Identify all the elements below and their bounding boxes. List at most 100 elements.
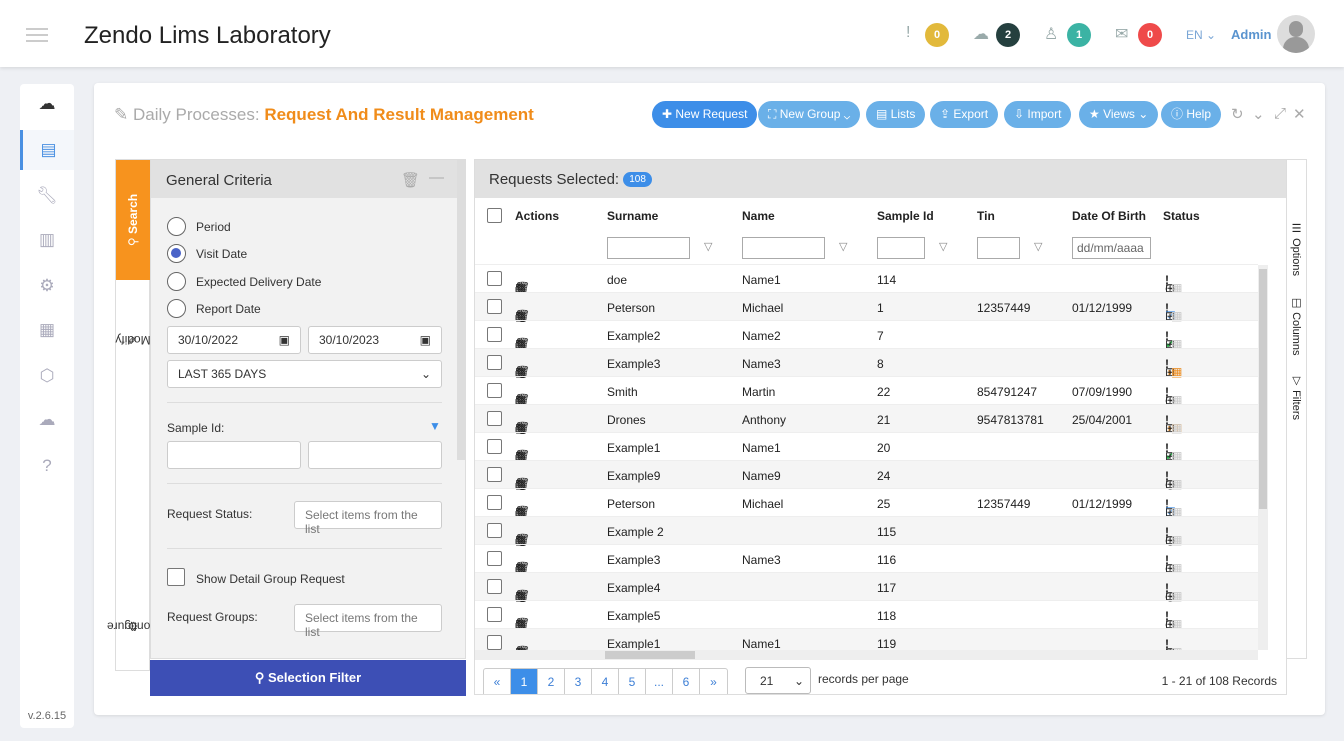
table-row[interactable]: ✎ ▦ ⎙ 🗑︎ Drones Anthony 21 9547813781 25/04…: [475, 404, 1258, 435]
chart-icon[interactable]: ▥: [20, 220, 74, 260]
request-status-select[interactable]: Select items from the list: [294, 501, 442, 536]
horizontal-scrollbar[interactable]: [475, 650, 1258, 660]
table-row[interactable]: ✎ ▦ ⎙ 🗑︎ Peterson Michael 1 12357449 01/12/…: [475, 292, 1258, 323]
row-checkbox[interactable]: [487, 439, 502, 454]
column-dob[interactable]: Date Of Birth: [1072, 209, 1146, 223]
show-detail-checkbox[interactable]: [167, 568, 185, 586]
wrench-icon[interactable]: 🔧︎: [20, 176, 74, 216]
sidebar-item-requests[interactable]: ▤: [20, 130, 74, 170]
calendar-icon[interactable]: ▦: [20, 310, 74, 350]
funnel-icon[interactable]: ▽: [1034, 240, 1042, 253]
table-row[interactable]: ✎ ▦ ⎙ 🗑︎ Example2 Name2 7 ✔ ⊞! ▥ ▦: [475, 320, 1258, 351]
page-button[interactable]: 3: [565, 669, 592, 694]
date-to-input[interactable]: 30/10/2023 ▣: [308, 326, 442, 354]
tin-filter-input[interactable]: [977, 237, 1020, 259]
radio-report-date[interactable]: Report Date: [167, 299, 261, 318]
page-button[interactable]: 1: [511, 669, 538, 694]
new-group-button[interactable]: ⛶ New Group ⌄: [758, 101, 861, 128]
uploads-badge[interactable]: 2: [996, 23, 1020, 47]
row-checkbox[interactable]: [487, 551, 502, 566]
filter-icon[interactable]: ▼: [429, 419, 441, 433]
side-tab-filters[interactable]: ▽ Filters: [1290, 374, 1303, 420]
users-icon[interactable]: ♙: [1044, 24, 1058, 44]
row-checkbox[interactable]: [487, 467, 502, 482]
users-badge[interactable]: 1: [1067, 23, 1091, 47]
column-surname[interactable]: Surname: [607, 209, 658, 223]
language-select[interactable]: EN ⌄: [1186, 28, 1216, 42]
side-tab-options[interactable]: ☰ Options: [1290, 222, 1303, 276]
page-button[interactable]: 6: [673, 669, 700, 694]
row-checkbox[interactable]: [487, 411, 502, 426]
row-checkbox[interactable]: [487, 327, 502, 342]
cube-icon[interactable]: ⬡: [20, 356, 74, 396]
page-button[interactable]: 2: [538, 669, 565, 694]
tab-modify[interactable]: ✎ Modify: [115, 300, 150, 380]
row-checkbox[interactable]: [487, 523, 502, 538]
table-row[interactable]: ✎ ▦ ⎙ 🗑︎ Example 2 115 ◷ ⊞! ▥ ▦: [475, 516, 1258, 547]
tab-search[interactable]: ⚲ Search: [116, 160, 150, 280]
new-request-button[interactable]: ✚ New Request: [652, 101, 758, 128]
row-checkbox[interactable]: [487, 355, 502, 370]
calendar-icon[interactable]: ▣: [279, 333, 290, 347]
row-checkbox[interactable]: [487, 607, 502, 622]
funnel-icon[interactable]: ▽: [939, 240, 947, 253]
import-button[interactable]: ⇩ Import: [1004, 101, 1072, 128]
criteria-scrollbar[interactable]: [457, 160, 465, 460]
row-checkbox[interactable]: [487, 635, 502, 650]
sample-id-from-input[interactable]: [167, 441, 301, 469]
surname-filter-input[interactable]: [607, 237, 690, 259]
close-icon[interactable]: ✕: [1293, 105, 1306, 123]
expand-icon[interactable]: ⤢: [1274, 105, 1286, 122]
help-icon[interactable]: ?: [20, 446, 74, 486]
side-tab-columns[interactable]: ◫ Columns: [1290, 296, 1303, 355]
cloud-icon[interactable]: ☁: [20, 400, 74, 440]
table-row[interactable]: ✎ ▦ ⎙ 🗑︎ Smith Martin 22 854791247 07/09/19…: [475, 376, 1258, 407]
page-button[interactable]: ...: [646, 669, 673, 694]
radio-expected-delivery-date[interactable]: Expected Delivery Date: [167, 272, 321, 291]
alerts-badge[interactable]: 0: [925, 23, 949, 47]
tab-configure[interactable]: ⚙ Configure: [107, 580, 159, 672]
messages-badge[interactable]: 0: [1138, 23, 1162, 47]
funnel-icon[interactable]: ▽: [704, 240, 712, 253]
table-row[interactable]: ✎ ▦ ⎙ 🗑︎ Example4 117 ◷ ⊞! ▥ ▦: [475, 572, 1258, 603]
table-row[interactable]: ✎ ▦ ⎙ 🗑︎ Example3 Name3 116 ◷ ⊞! ▥ ▦: [475, 544, 1258, 575]
exclamation-icon[interactable]: !: [906, 24, 910, 42]
row-checkbox[interactable]: [487, 271, 502, 286]
vertical-scrollbar[interactable]: [1258, 265, 1268, 650]
column-tin[interactable]: Tin: [977, 209, 995, 223]
table-row[interactable]: ✎ ▦ ⎙ 🗑︎ Example3 Name3 8 ◑ ⊞! ▥ ▦: [475, 348, 1258, 379]
table-row[interactable]: ✎ ▦ ⎙ 🗑︎ Example5 118 ◷ ⊞! ▥ ▦: [475, 600, 1258, 631]
collapse-icon[interactable]: ⌄: [1252, 105, 1265, 123]
row-checkbox[interactable]: [487, 495, 502, 510]
lists-button[interactable]: ▤ Lists: [866, 101, 926, 128]
help-button[interactable]: ⓘ Help: [1161, 101, 1222, 128]
radio-period[interactable]: Period: [167, 217, 231, 236]
calendar-icon[interactable]: ▣: [420, 333, 431, 347]
page-button[interactable]: »: [700, 669, 727, 694]
avatar[interactable]: [1277, 15, 1315, 53]
page-button[interactable]: 4: [592, 669, 619, 694]
envelope-open-icon[interactable]: ✉: [1115, 24, 1128, 44]
request-groups-select[interactable]: Select items from the list: [294, 604, 442, 639]
refresh-icon[interactable]: ↻: [1231, 105, 1244, 123]
dob-filter-input[interactable]: dd/mm/aaaa: [1072, 237, 1151, 259]
funnel-icon[interactable]: ▽: [839, 240, 847, 253]
cloud-upload-icon[interactable]: ☁: [973, 24, 989, 44]
name-filter-input[interactable]: [742, 237, 825, 259]
selection-filter-button[interactable]: ⚲ Selection Filter: [150, 660, 466, 696]
sample-id-to-input[interactable]: [308, 441, 442, 469]
per-page-select[interactable]: 21 ⌄: [745, 667, 811, 694]
radio-visit-date[interactable]: Visit Date: [167, 244, 247, 263]
range-select[interactable]: LAST 365 DAYS ⌄: [167, 360, 442, 388]
column-status[interactable]: Status: [1163, 209, 1200, 223]
table-row[interactable]: ✎ ▦ ⎙ 🗑︎ Peterson Michael 25 12357449 01/12…: [475, 488, 1258, 519]
table-row[interactable]: ✎ ▦ ⎙ 🗑︎ Example9 Name9 24 ◷ ⊞! ▥ ▦: [475, 460, 1258, 491]
column-name[interactable]: Name: [742, 209, 775, 223]
row-checkbox[interactable]: [487, 383, 502, 398]
table-row[interactable]: ✎ ▦ ⎙ 🗑︎ doe Name1 114 ◷ ⊞! ▥ ▦: [475, 264, 1258, 295]
column-sample-id[interactable]: Sample Id: [877, 209, 934, 223]
sample-id-filter-input[interactable]: [877, 237, 925, 259]
views-button[interactable]: ★ Views ⌄: [1079, 101, 1159, 128]
date-from-input[interactable]: 30/10/2022 ▣: [167, 326, 301, 354]
select-all-checkbox[interactable]: [487, 208, 502, 223]
